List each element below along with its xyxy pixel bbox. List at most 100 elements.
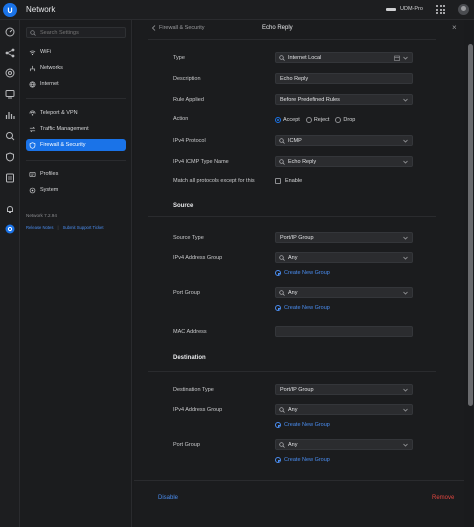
action-drop-radio[interactable]: Drop (335, 117, 355, 123)
destination-ipv4-group-select[interactable]: Any (275, 404, 413, 415)
chevron-down-icon (403, 443, 408, 447)
chevron-down-icon (403, 98, 408, 102)
source-type-select[interactable]: Port/IP Group (275, 232, 413, 243)
remove-button[interactable]: Remove (432, 495, 454, 501)
traffic-icon (29, 126, 36, 133)
user-avatar-icon[interactable] (458, 4, 469, 15)
action-reject-radio[interactable]: Reject (305, 117, 329, 123)
source-port-group-label: Port Group (173, 290, 200, 296)
destination-type-label: Destination Type (173, 387, 214, 393)
source-ipv4-group-select[interactable]: Any (275, 252, 413, 263)
link-divider: | (57, 225, 59, 230)
settings-sidebar: WiFi Networks Internet Teleport & VPN Tr… (20, 20, 132, 527)
sidebar-item-system[interactable]: System (26, 184, 126, 196)
destination-create-port-group-button[interactable]: Create New Group (275, 457, 330, 463)
sidebar-item-teleport-vpn[interactable]: Teleport & VPN (26, 107, 126, 119)
apps-grid-icon[interactable] (436, 5, 445, 14)
main-area: Firewall & Security Echo Reply × Type In… (132, 20, 474, 527)
rule-applied-select[interactable]: Before Predefined Rules (275, 94, 413, 105)
sidebar-item-networks[interactable]: Networks (26, 62, 126, 74)
destination-port-group-label: Port Group (173, 442, 200, 448)
source-ipv4-group-value: Any (288, 254, 298, 261)
sidebar-item-profiles[interactable]: Profiles (26, 168, 126, 180)
destination-create-ipv4-group-button[interactable]: Create New Group (275, 422, 330, 428)
close-icon[interactable]: × (452, 24, 457, 32)
breadcrumb[interactable]: Firewall & Security (151, 25, 205, 31)
source-type-value: Port/IP Group (280, 234, 314, 241)
unifi-logo-icon[interactable] (3, 2, 17, 17)
ipv4-protocol-select[interactable]: ICMP (275, 135, 413, 146)
security-icon[interactable] (5, 152, 15, 162)
settings-gear-icon[interactable] (5, 224, 15, 234)
app-title: Network (26, 5, 56, 14)
create-label: Create New Group (284, 305, 330, 311)
search-icon (279, 254, 285, 261)
sidebar-item-firewall-security[interactable]: Firewall & Security (26, 139, 126, 151)
plus-circle-icon (275, 457, 281, 463)
sidebar-item-label: WiFi (40, 49, 51, 55)
chevron-down-icon (403, 160, 408, 164)
release-notes-link[interactable]: Release Notes (26, 225, 53, 230)
source-ipv4-group-label: IPv4 Address Group (173, 255, 223, 261)
plus-circle-icon (275, 422, 281, 428)
destination-port-group-select[interactable]: Any (275, 439, 413, 450)
plus-circle-icon (275, 270, 281, 276)
search-icon (30, 29, 36, 36)
sidebar-item-label: Traffic Management (40, 126, 89, 132)
icmp-type-label: IPv4 ICMP Type Name (173, 159, 229, 165)
app-rail (0, 20, 20, 527)
clients-icon[interactable] (5, 89, 15, 99)
type-value: Internet Local (288, 54, 322, 61)
networks-icon (29, 65, 36, 72)
topology-icon[interactable] (5, 48, 15, 58)
devices-icon[interactable] (5, 68, 15, 78)
plus-circle-icon (275, 305, 281, 311)
description-input[interactable]: Echo Reply (275, 73, 413, 84)
sidebar-item-traffic-management[interactable]: Traffic Management (26, 123, 126, 135)
source-port-group-value: Any (288, 289, 298, 296)
shield-icon (29, 141, 36, 149)
device-name: UDM-Pro (400, 6, 423, 12)
source-port-group-select[interactable]: Any (275, 287, 413, 298)
header-divider (148, 39, 436, 40)
disable-button[interactable]: Disable (158, 495, 178, 501)
sidebar-item-label: System (40, 187, 59, 193)
match-all-label: Match all protocols except for this (173, 178, 255, 184)
settings-search[interactable] (26, 27, 126, 38)
support-ticket-link[interactable]: Submit Support Ticket (63, 225, 104, 230)
rule-applied-value: Before Predefined Rules (280, 96, 340, 103)
ipv4-protocol-label: IPv4 Protocol (173, 138, 206, 144)
icmp-type-select[interactable]: Echo Reply (275, 156, 413, 167)
app-window: Network UDM-Pro Search Settings WiFi Net… (0, 0, 474, 527)
create-label: Create New Group (284, 457, 330, 463)
create-label: Create New Group (284, 270, 330, 276)
rule-editor-panel: Firewall & Security Echo Reply × Type In… (134, 20, 464, 527)
source-type-label: Source Type (173, 235, 204, 241)
type-label: Type (173, 55, 185, 61)
profiles-icon (29, 171, 36, 178)
source-create-ipv4-group-button[interactable]: Create New Group (275, 270, 330, 276)
source-create-port-group-button[interactable]: Create New Group (275, 305, 330, 311)
search-icon (279, 54, 285, 61)
dashboard-icon[interactable] (5, 27, 15, 37)
sidebar-item-wifi[interactable]: WiFi (26, 46, 126, 58)
mac-address-input[interactable] (275, 326, 413, 337)
device-selector[interactable]: UDM-Pro (386, 6, 423, 12)
logs-icon[interactable] (5, 173, 15, 183)
statistics-icon[interactable] (5, 110, 15, 120)
destination-type-select[interactable]: Port/IP Group (275, 384, 413, 395)
chevron-down-icon (403, 236, 408, 240)
action-accept-radio[interactable]: Accept (275, 117, 300, 123)
scrollbar[interactable] (468, 44, 473, 406)
description-value: Echo Reply (280, 75, 309, 82)
top-bar: Network UDM-Pro (0, 0, 474, 20)
type-select[interactable]: Internet Local (275, 52, 413, 63)
sidebar-item-label: Teleport & VPN (40, 110, 78, 116)
insights-icon[interactable] (5, 131, 15, 141)
search-input[interactable] (40, 29, 120, 36)
match-all-checkbox[interactable]: Enable (275, 178, 302, 184)
wifi-icon (29, 49, 36, 56)
alerts-bell-icon[interactable] (5, 204, 15, 214)
sidebar-item-internet[interactable]: Internet (26, 78, 126, 90)
search-icon (279, 406, 285, 413)
